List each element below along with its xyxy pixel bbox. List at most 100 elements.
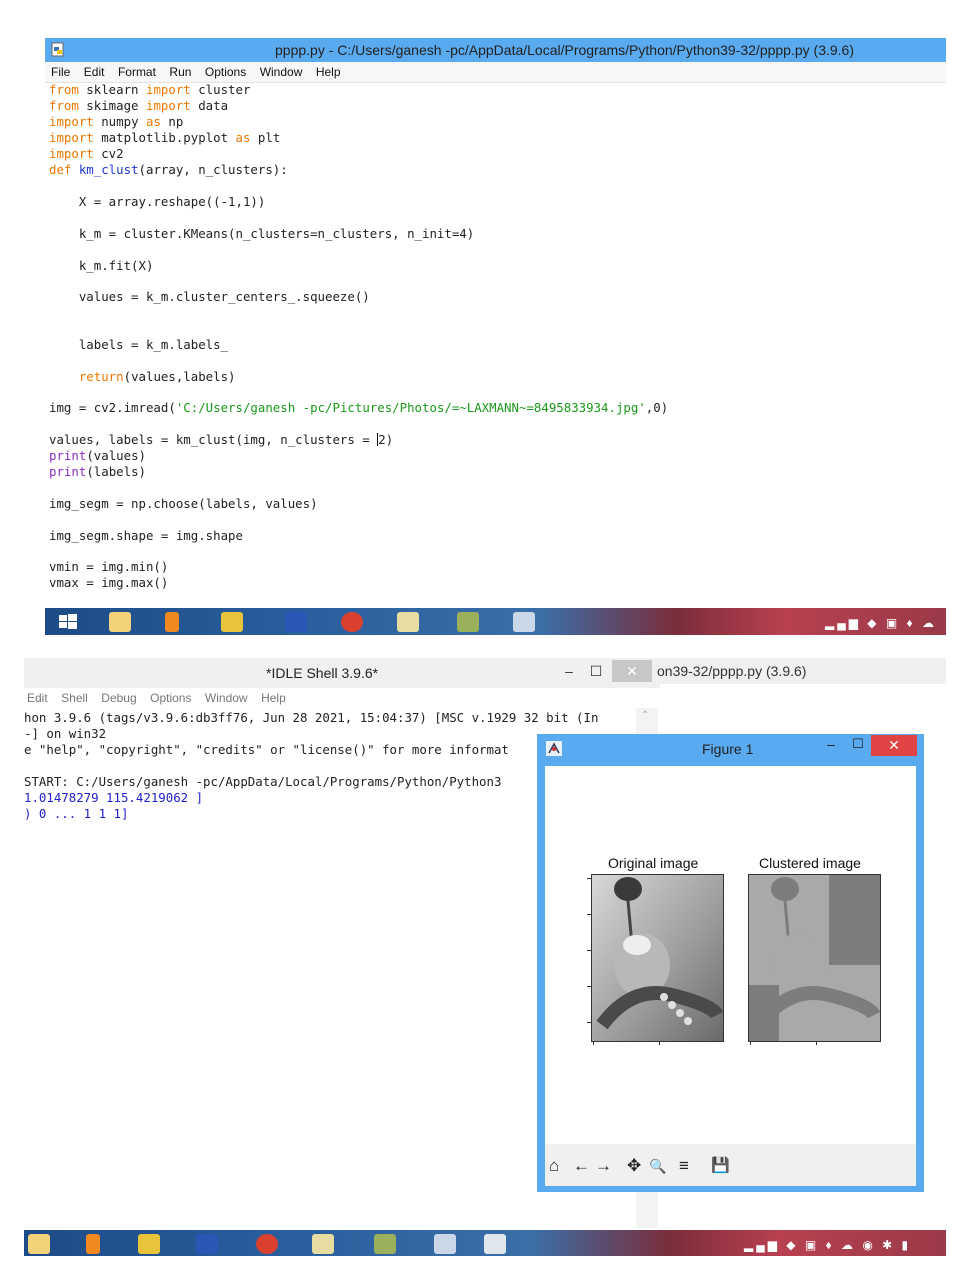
shell-line: e "help", "copyright", "credits" or "lic… bbox=[24, 742, 509, 757]
figure-canvas[interactable]: Original image Clustered image bbox=[545, 766, 916, 1144]
code-line: vmax = img.max() bbox=[49, 575, 169, 590]
chrome-icon[interactable] bbox=[341, 612, 363, 632]
code-line: print(labels) bbox=[49, 464, 146, 479]
file-explorer-icon[interactable] bbox=[28, 1234, 50, 1254]
back-icon[interactable]: ← bbox=[573, 1156, 590, 1176]
menu-edit[interactable]: Edit bbox=[27, 688, 48, 708]
code-line: return(values,labels) bbox=[49, 369, 236, 384]
x-tick bbox=[593, 1041, 594, 1045]
forward-icon[interactable]: → bbox=[595, 1156, 612, 1176]
x-tick bbox=[750, 1041, 751, 1045]
code-line: vmin = img.min() bbox=[49, 559, 169, 574]
code-line: values, labels = km_clust(img, n_cluster… bbox=[49, 432, 394, 447]
y-tick bbox=[587, 914, 591, 915]
taskbar: ▂▄▆ ◆ ▣ ♦ ☁ ◉ ✱ ▮ bbox=[24, 1230, 946, 1256]
shell-line: START: C:/Users/ganesh -pc/AppData/Local… bbox=[24, 774, 502, 789]
menu-shell[interactable]: Shell bbox=[61, 688, 88, 708]
minimize-button[interactable]: – bbox=[554, 660, 584, 682]
save-icon[interactable]: 💾 bbox=[711, 1156, 730, 1176]
menu-run[interactable]: Run bbox=[169, 62, 191, 82]
file-explorer-icon[interactable] bbox=[109, 612, 131, 632]
background-editor-title-bar[interactable]: on39-32/pppp.py (3.9.6) bbox=[655, 658, 946, 684]
close-button[interactable]: ✕ bbox=[871, 735, 917, 756]
vlc-icon[interactable] bbox=[165, 612, 179, 632]
notepad-icon[interactable] bbox=[397, 612, 419, 632]
code-line: labels = k_m.labels_ bbox=[49, 337, 229, 352]
shell-output-line: ) 0 ... 1 1 1] bbox=[24, 806, 129, 821]
original-image bbox=[591, 874, 724, 1042]
code-editor[interactable]: from sklearn import cluster from skimage… bbox=[49, 82, 946, 627]
y-tick bbox=[587, 986, 591, 987]
editor-title-bar[interactable]: pppp.py - C:/Users/ganesh -pc/AppData/Lo… bbox=[45, 38, 946, 62]
editor-title: pppp.py - C:/Users/ganesh -pc/AppData/Lo… bbox=[275, 42, 854, 58]
y-tick bbox=[587, 950, 591, 951]
code-line: values = k_m.cluster_centers_.squeeze() bbox=[49, 289, 370, 304]
home-icon[interactable]: ⌂ bbox=[549, 1156, 559, 1176]
code-line: from sklearn import cluster bbox=[49, 82, 251, 97]
python-file-icon bbox=[51, 42, 64, 57]
subplot-title-clustered: Clustered image bbox=[759, 855, 861, 871]
python-idle-icon[interactable] bbox=[434, 1234, 456, 1254]
vlc-icon[interactable] bbox=[86, 1234, 100, 1254]
menu-window[interactable]: Window bbox=[205, 688, 248, 708]
menu-format[interactable]: Format bbox=[118, 62, 156, 82]
configure-subplots-icon[interactable]: ≡ bbox=[679, 1156, 689, 1176]
app-icon[interactable] bbox=[138, 1234, 160, 1254]
code-line: def km_clust(array, n_clusters): bbox=[49, 162, 288, 177]
windows-start-icon[interactable] bbox=[57, 612, 79, 632]
scroll-up-icon[interactable]: ⌃ bbox=[641, 710, 649, 721]
menu-help[interactable]: Help bbox=[261, 688, 286, 708]
menu-file[interactable]: File bbox=[51, 62, 70, 82]
code-line: img_segm.shape = img.shape bbox=[49, 528, 243, 543]
python-idle-icon[interactable] bbox=[513, 612, 535, 632]
paint-icon[interactable] bbox=[374, 1234, 396, 1254]
editor-window: pppp.py - C:/Users/ganesh -pc/AppData/Lo… bbox=[45, 38, 946, 635]
code-line: img = cv2.imread('C:/Users/ganesh -pc/Pi… bbox=[49, 400, 669, 415]
close-button[interactable]: ✕ bbox=[612, 660, 652, 682]
x-tick bbox=[816, 1041, 817, 1045]
maximize-button[interactable]: ☐ bbox=[847, 736, 869, 756]
y-tick bbox=[587, 1022, 591, 1023]
code-line: k_m = cluster.KMeans(n_clusters=n_cluste… bbox=[49, 226, 475, 241]
figure-title: Figure 1 bbox=[702, 741, 754, 757]
code-line: import matplotlib.pyplot as plt bbox=[49, 130, 281, 145]
shell-line: hon 3.9.6 (tags/v3.9.6:db3ff76, Jun 28 2… bbox=[24, 710, 599, 725]
clustered-image bbox=[748, 874, 881, 1042]
zoom-icon[interactable]: 🔍 bbox=[649, 1156, 666, 1176]
menu-edit[interactable]: Edit bbox=[84, 62, 105, 82]
menu-debug[interactable]: Debug bbox=[101, 688, 136, 708]
code-line: img_segm = np.choose(labels, values) bbox=[49, 496, 318, 511]
code-line: X = array.reshape((-1,1)) bbox=[49, 194, 266, 209]
notepad-icon[interactable] bbox=[312, 1234, 334, 1254]
shell-output-line: 1.01478279 115.4219062 ] bbox=[24, 790, 204, 805]
menu-help[interactable]: Help bbox=[316, 62, 341, 82]
menu-options[interactable]: Options bbox=[205, 62, 246, 82]
system-tray-icons[interactable]: ▂▄▆ ◆ ▣ ♦ ☁ ◉ ✱ ▮ bbox=[744, 1238, 911, 1252]
store-icon[interactable] bbox=[196, 1234, 218, 1254]
navigation-toolbar: ⌂ ← → ✥ 🔍 ≡ 💾 bbox=[545, 1144, 916, 1186]
code-line: import numpy as np bbox=[49, 114, 184, 129]
code-line: print(values) bbox=[49, 448, 146, 463]
minimize-button[interactable]: – bbox=[820, 736, 842, 756]
taskbar: ▂▄▆ ◆ ▣ ♦ ☁ bbox=[45, 608, 946, 635]
subplot-title-original: Original image bbox=[608, 855, 699, 871]
shell-title-bar[interactable]: *IDLE Shell 3.9.6* – ☐ ✕ bbox=[24, 658, 660, 688]
chrome-icon[interactable] bbox=[256, 1234, 278, 1254]
shell-title: *IDLE Shell 3.9.6* bbox=[266, 665, 379, 681]
store-icon[interactable] bbox=[285, 612, 307, 632]
pan-icon[interactable]: ✥ bbox=[627, 1156, 641, 1176]
background-editor-title: on39-32/pppp.py (3.9.6) bbox=[657, 663, 807, 679]
system-tray-icons[interactable]: ▂▄▆ ◆ ▣ ♦ ☁ bbox=[825, 616, 937, 630]
code-line: k_m.fit(X) bbox=[49, 258, 154, 273]
y-tick bbox=[587, 878, 591, 879]
paint-icon[interactable] bbox=[457, 612, 479, 632]
matplotlib-icon bbox=[546, 741, 562, 756]
maximize-button[interactable]: ☐ bbox=[581, 660, 611, 682]
menu-options[interactable]: Options bbox=[150, 688, 191, 708]
x-tick bbox=[659, 1041, 660, 1045]
shell-menubar: Edit Shell Debug Options Window Help bbox=[24, 688, 660, 708]
code-line: import cv2 bbox=[49, 146, 124, 161]
menu-window[interactable]: Window bbox=[260, 62, 303, 82]
app-icon[interactable] bbox=[221, 612, 243, 632]
matplotlib-taskbar-icon[interactable] bbox=[484, 1234, 506, 1254]
